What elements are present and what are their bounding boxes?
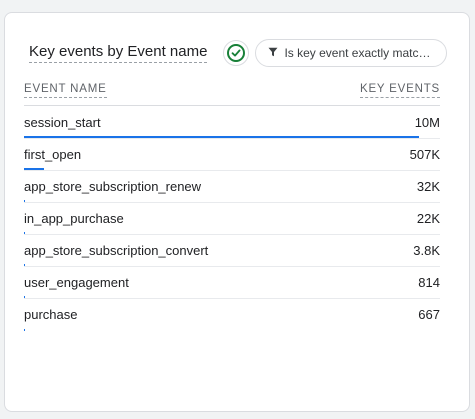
- key-events-bar: [24, 168, 44, 170]
- column-header-key-events[interactable]: KEY EVENTS: [359, 82, 440, 98]
- card-header: Key events by Event name Is key event ex…: [29, 39, 448, 67]
- key-events-bar: [24, 232, 25, 234]
- table-header: EVENT NAME KEY EVENTS: [24, 82, 440, 106]
- column-header-event-name[interactable]: EVENT NAME: [24, 82, 107, 98]
- key-events-bar: [24, 264, 25, 266]
- table-body: session_start 10M first_open 507K app_store_…: [24, 107, 440, 331]
- key-events-bar: [24, 136, 419, 138]
- status-check-button[interactable]: [223, 40, 250, 66]
- table-row[interactable]: app_store_subscription_renew 32K: [24, 171, 440, 203]
- key-events-cell: 32K: [416, 179, 440, 194]
- key-events-cell: 667: [418, 307, 440, 322]
- event-name-cell: user_engagement: [24, 275, 129, 290]
- event-name-cell: app_store_subscription_renew: [24, 179, 202, 194]
- key-events-bar: [24, 329, 25, 331]
- filter-chip[interactable]: Is key event exactly matc…: [255, 39, 448, 67]
- card-title[interactable]: Key events by Event name: [29, 43, 208, 63]
- filter-icon: [268, 46, 278, 60]
- key-events-cell: 814: [418, 275, 440, 290]
- table-row[interactable]: app_store_subscription_convert 3.8K: [24, 235, 440, 267]
- table-row[interactable]: session_start 10M: [24, 107, 440, 139]
- check-circle-icon: [227, 44, 246, 62]
- event-name-cell: session_start: [24, 115, 101, 130]
- table-row[interactable]: in_app_purchase 22K: [24, 203, 440, 235]
- key-events-cell: 22K: [416, 211, 440, 226]
- event-name-cell: purchase: [24, 307, 78, 322]
- key-events-cell: 507K: [409, 147, 440, 162]
- table-row[interactable]: first_open 507K: [24, 139, 440, 171]
- key-events-bar: [24, 296, 25, 298]
- filter-label: Is key event exactly matc…: [284, 46, 431, 60]
- table-row[interactable]: purchase 667: [24, 299, 440, 331]
- table-row[interactable]: user_engagement 814: [24, 267, 440, 299]
- key-events-bar: [24, 200, 25, 202]
- key-events-cell: 3.8K: [413, 243, 440, 258]
- key-events-cell: 10M: [414, 115, 440, 130]
- event-name-cell: in_app_purchase: [24, 211, 124, 226]
- event-name-cell: app_store_subscription_convert: [24, 243, 209, 258]
- event-name-cell: first_open: [24, 147, 82, 162]
